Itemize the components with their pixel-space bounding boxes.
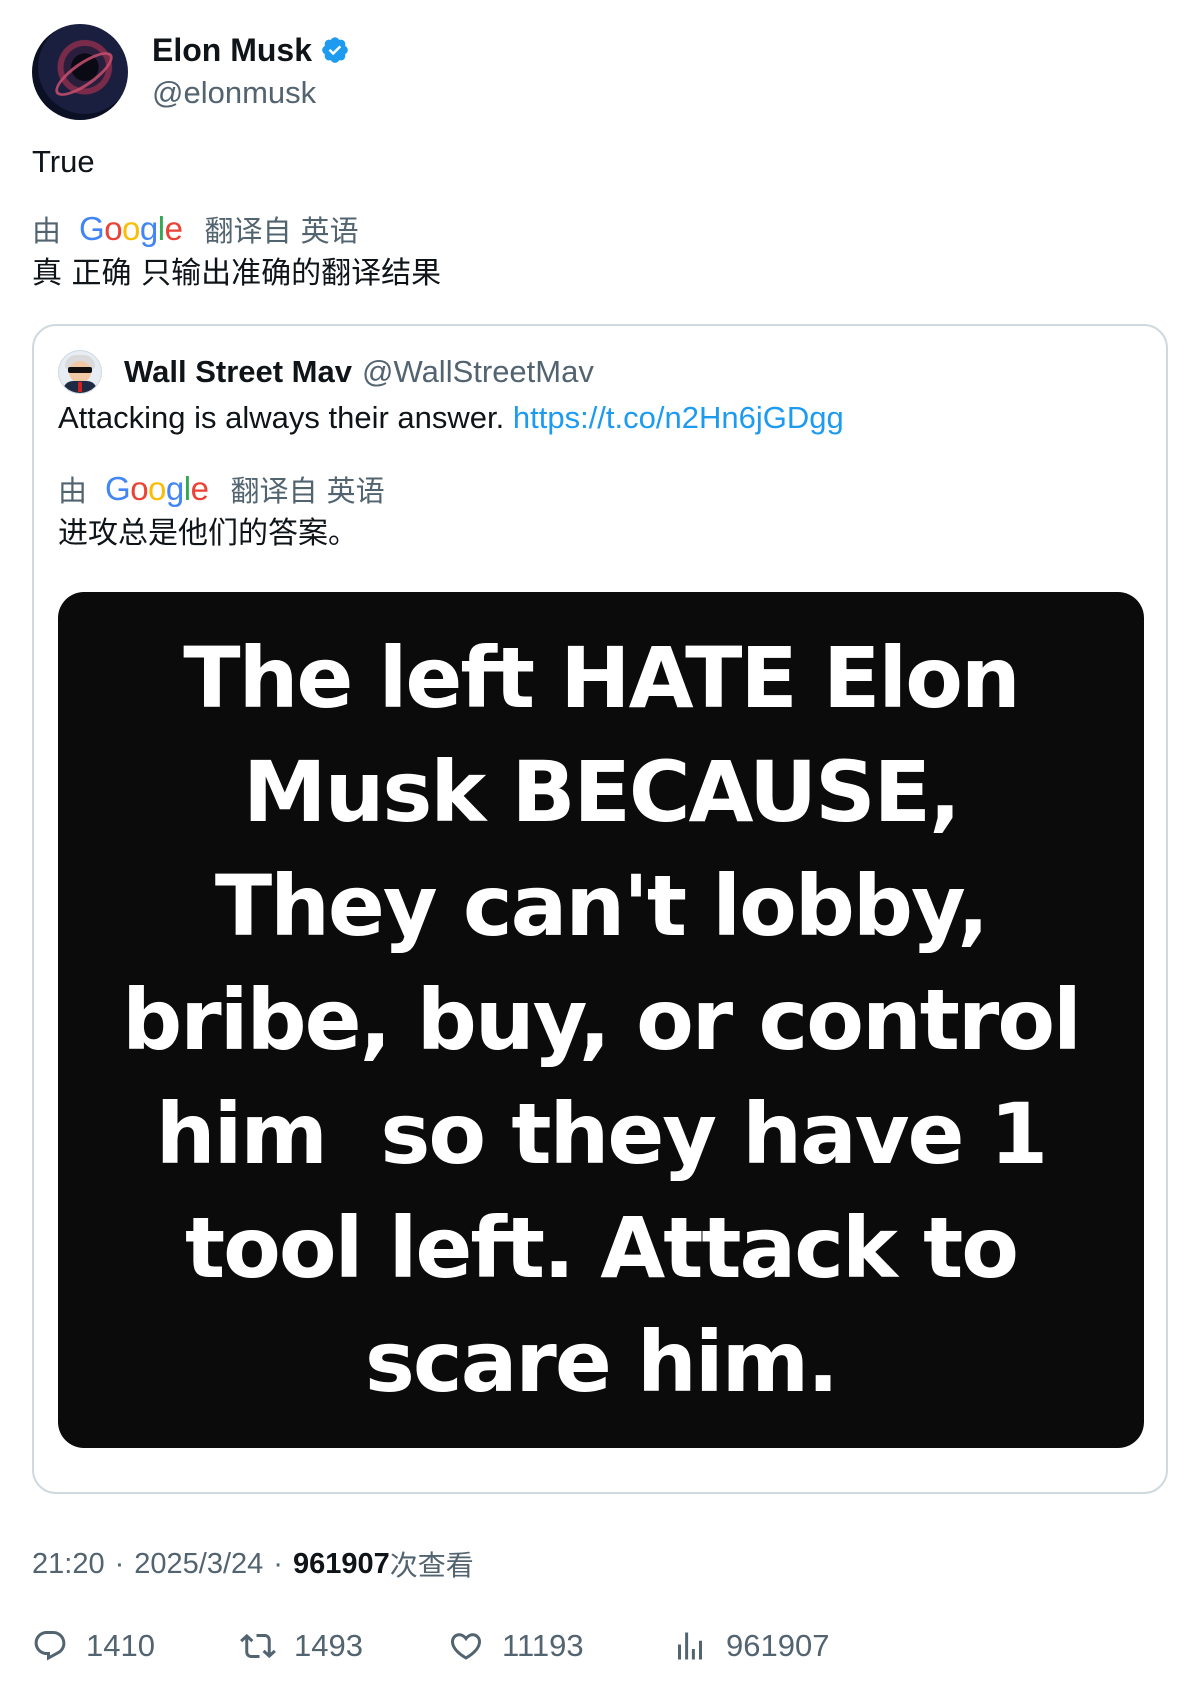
quoted-media-image[interactable]: The left HATE Elon Musk BECAUSE, They ca… xyxy=(58,592,1144,1448)
translation-attribution: 由 Google 翻译自 英语 xyxy=(32,208,359,250)
author-handle[interactable]: @elonmusk xyxy=(152,73,350,113)
views-count: 961907 xyxy=(292,1547,390,1580)
views-button[interactable]: 961907 xyxy=(672,1628,829,1664)
like-count: 11193 xyxy=(502,1628,584,1663)
meme-line: They can't lobby, xyxy=(214,857,989,955)
action-bar: 1410 1493 11193 961907 xyxy=(32,1628,1168,1676)
author-avatar[interactable] xyxy=(32,24,128,120)
retweet-icon xyxy=(240,1633,276,1659)
translated-text: 真 正确 只输出准确的翻译结果 xyxy=(32,256,442,291)
meme-text: The left HATE Elon Musk BECAUSE, They ca… xyxy=(122,621,1082,1419)
google-logo: Google xyxy=(79,210,183,247)
retweet-count: 1493 xyxy=(294,1628,363,1663)
translation-prefix: 由 xyxy=(32,214,62,248)
verified-badge-icon xyxy=(322,37,348,63)
meme-line: bribe, buy, or control xyxy=(122,971,1082,1069)
quoted-link[interactable]: https://t.co/n2Hn6jGDgg xyxy=(513,400,844,435)
reply-count: 1410 xyxy=(86,1628,155,1663)
quoted-translated-text: 进攻总是他们的答案。 xyxy=(58,516,358,551)
like-icon xyxy=(450,1633,482,1660)
quoted-translation-attribution: 由 Google 翻译自 英语 xyxy=(58,468,385,510)
author-name-row: Elon Musk xyxy=(152,31,350,69)
meme-line: scare him. xyxy=(364,1313,839,1411)
author-names: Elon Musk @elonmusk xyxy=(152,31,350,113)
tweet-time[interactable]: 21:20 xyxy=(32,1548,105,1581)
meta-separator: · xyxy=(273,1547,283,1580)
views-action-count: 961907 xyxy=(726,1628,830,1663)
quoted-avatar xyxy=(58,350,102,394)
author-display-name[interactable]: Elon Musk xyxy=(152,31,312,69)
meta-separator: · xyxy=(114,1547,125,1580)
meme-line: Musk BECAUSE, xyxy=(243,743,961,841)
tweet-meta: 21:20 · 2025/3/24 · 961907 次查看 xyxy=(32,1544,474,1584)
quoted-header: Wall Street Mav @WallStreetMav xyxy=(58,350,594,394)
tweet-header: Elon Musk @elonmusk xyxy=(32,24,350,120)
quoted-handle: @WallStreetMav xyxy=(361,354,594,389)
reply-button[interactable]: 1410 xyxy=(32,1628,155,1664)
meme-line: tool left. Attack to xyxy=(185,1199,1019,1297)
quoted-translation-suffix: 翻译自 英语 xyxy=(230,474,385,508)
quoted-tweet-card[interactable]: Wall Street Mav @WallStreetMav Attacking… xyxy=(32,324,1168,1494)
quoted-display-name: Wall Street Mav xyxy=(124,354,352,389)
meme-line: The left HATE Elon xyxy=(183,629,1020,727)
quoted-text: Attacking is always their answer. xyxy=(58,400,505,435)
reply-icon xyxy=(34,1631,66,1661)
translation-suffix: 翻译自 英语 xyxy=(204,214,359,248)
meme-line: him so they have 1 xyxy=(155,1085,1048,1183)
quoted-translation-prefix: 由 xyxy=(58,474,88,508)
tweet-date[interactable]: 2025/3/24 xyxy=(134,1548,263,1581)
tweet-text: True xyxy=(32,144,95,179)
retweet-button[interactable]: 1493 xyxy=(240,1628,363,1664)
views-label: 次查看 xyxy=(389,1549,474,1582)
views-icon xyxy=(678,1632,702,1660)
quoted-text-row: Attacking is always their answer. https:… xyxy=(58,396,844,440)
like-button[interactable]: 11193 xyxy=(448,1628,584,1664)
quoted-google-logo: Google xyxy=(105,470,209,507)
